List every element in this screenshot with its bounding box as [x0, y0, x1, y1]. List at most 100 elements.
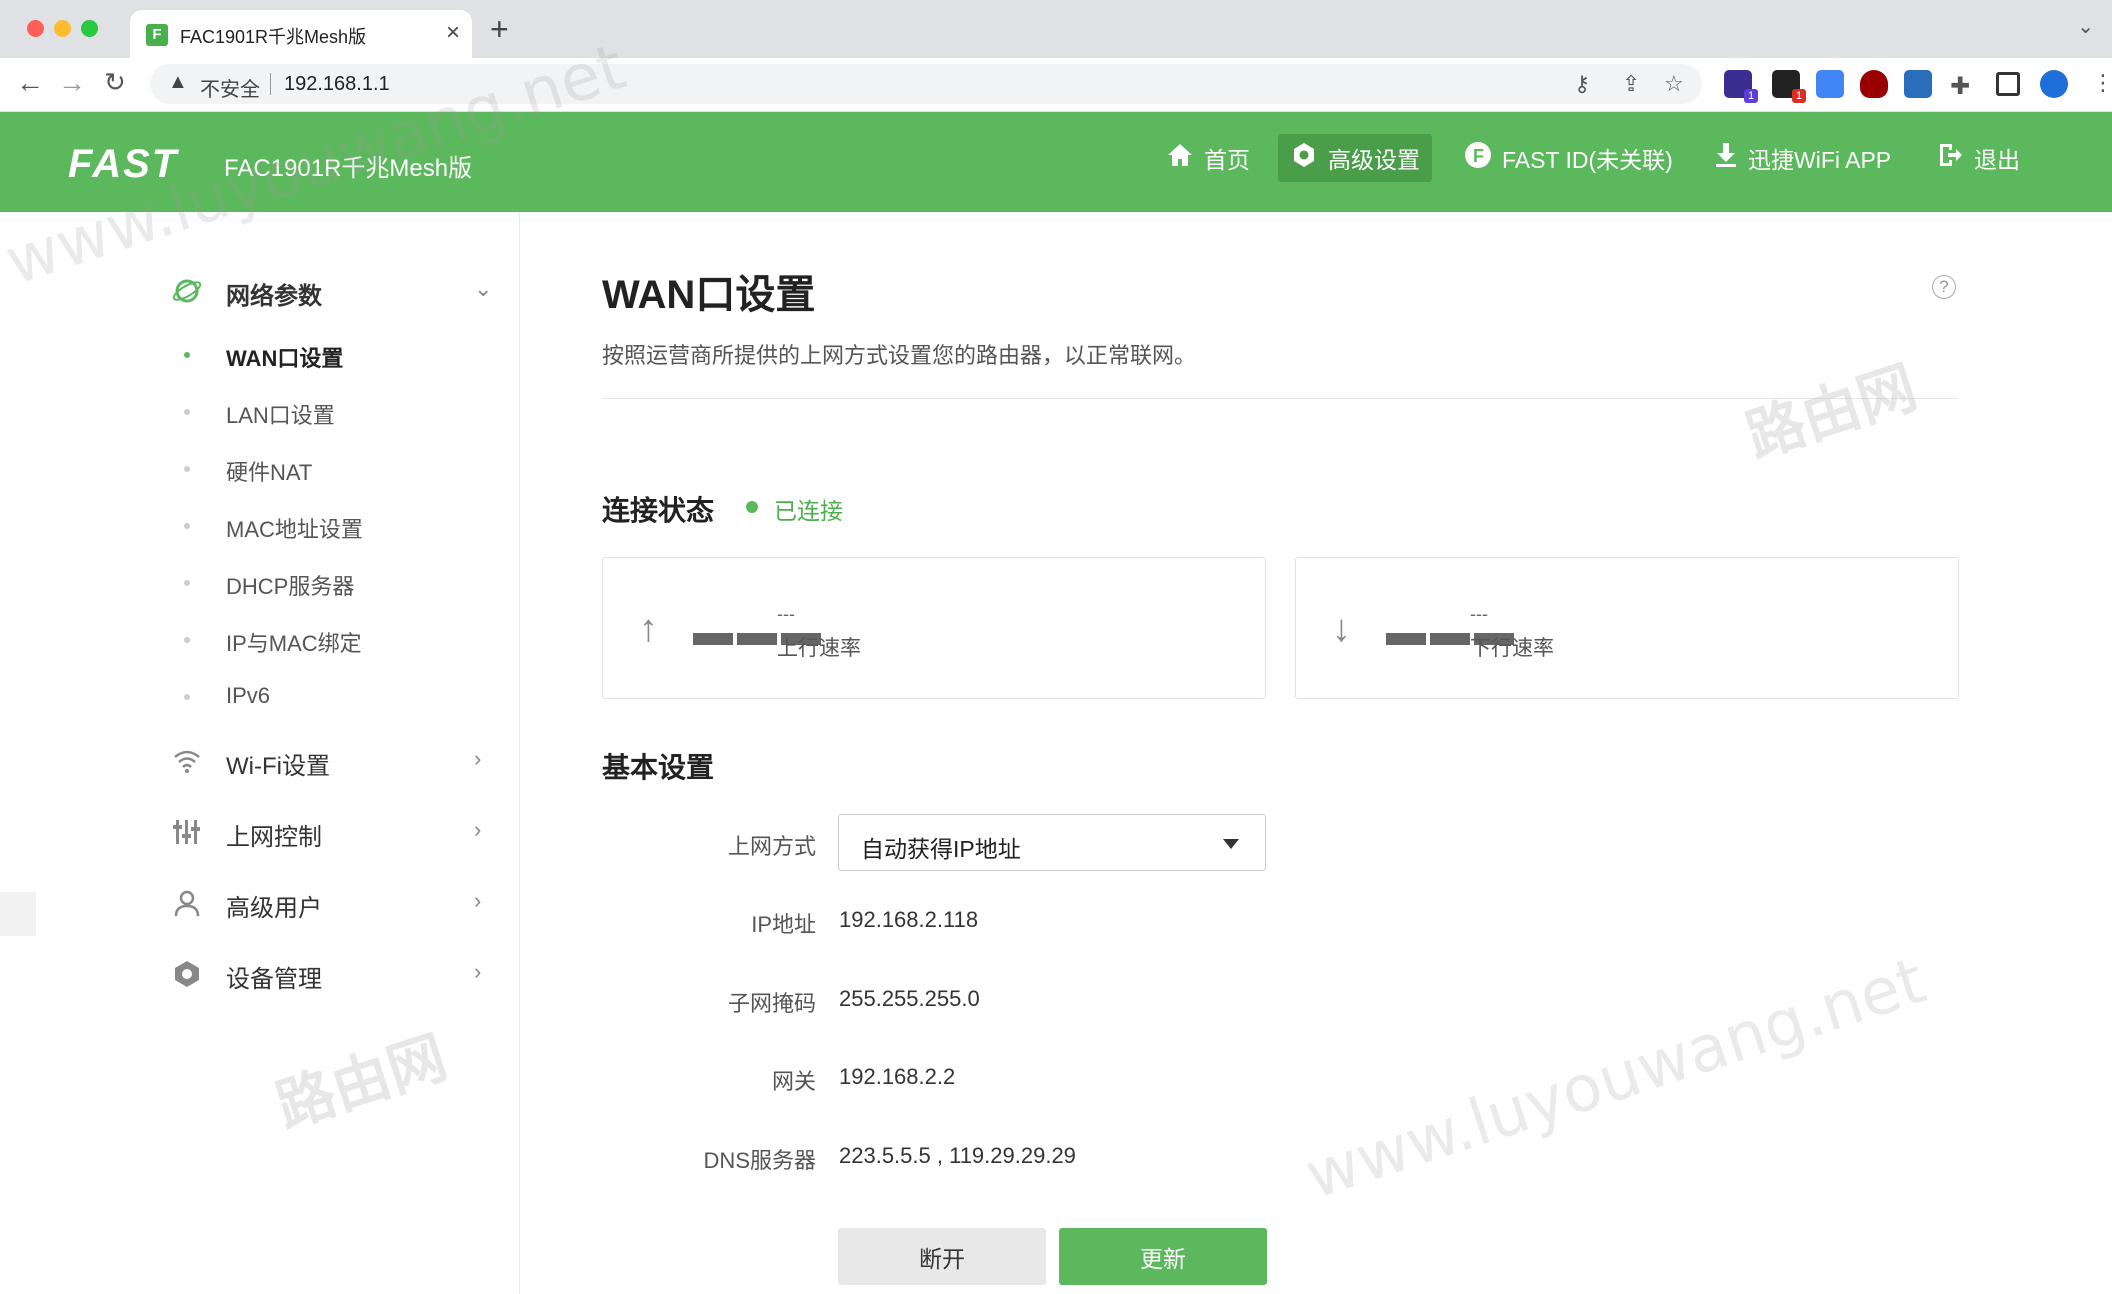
bookmark-star-icon[interactable]: ☆ — [1664, 71, 1684, 97]
sub-item-dot — [184, 694, 190, 700]
warning-icon[interactable]: ▲ — [168, 71, 188, 94]
translate-extension-icon[interactable] — [1816, 70, 1844, 98]
status-indicator-icon — [746, 501, 758, 513]
network-icon — [172, 276, 202, 306]
watermark-cn: 路由网 — [1738, 352, 1925, 472]
gateway-value: 192.168.2.2 — [839, 1064, 956, 1089]
sub-item-dot — [184, 409, 190, 415]
browser-tab-bar: F FAC1901R千兆Mesh版 × + ⌄ — [0, 0, 2112, 58]
nav-advanced-label: 高级设置 — [1328, 147, 1420, 173]
nav-home-label: 首页 — [1204, 147, 1250, 173]
sidebar-item-dhcp[interactable]: DHCP服务器 — [226, 569, 354, 601]
chevron-right-icon: › — [474, 817, 482, 842]
sidebar-item-lan[interactable]: LAN口设置 — [226, 398, 335, 430]
upload-speed-value: --- — [777, 604, 795, 624]
ip-address-value: 192.168.2.118 — [839, 907, 979, 932]
sidebar-item-ip-mac-binding[interactable]: IP与MAC绑定 — [226, 626, 362, 658]
subnet-mask-value: 255.255.255.0 — [839, 986, 980, 1011]
extension-1-icon[interactable]: 1 — [1724, 70, 1758, 103]
dns-server-label: DNS服务器 — [703, 1148, 816, 1173]
connection-mode-value: 自动获得IP地址 — [861, 836, 1021, 862]
page-title: WAN口设置 — [602, 273, 816, 317]
profile-avatar-icon[interactable] — [2040, 70, 2068, 98]
extension-2-icon[interactable]: 1 — [1772, 70, 1806, 103]
download-speed-value: --- — [1470, 604, 1488, 624]
help-icon[interactable]: ? — [1932, 275, 1956, 299]
new-tab-button[interactable]: + — [490, 11, 509, 48]
dns-server-value: 223.5.5.5 , 119.29.29.29 — [839, 1143, 1076, 1168]
download-icon — [1714, 141, 1738, 175]
watermark-url: www.luyouwang.net — [1297, 944, 1934, 1214]
share-icon[interactable]: ⇪ — [1622, 71, 1640, 97]
connection-status-text: 已连接 — [774, 498, 843, 524]
device-icon — [172, 959, 202, 989]
favicon-icon: F — [146, 24, 168, 46]
maximize-window-button[interactable] — [81, 20, 98, 37]
nav-logout[interactable]: 退出 — [1924, 134, 2032, 182]
fast-id-icon: F — [1464, 141, 1492, 175]
sidebar-edge — [0, 892, 36, 936]
url-text[interactable]: 192.168.1.1 — [284, 73, 390, 96]
browser-menu-icon[interactable]: ⋮ — [2092, 70, 2112, 96]
fast-logo: FAST — [68, 142, 179, 186]
ublock-extension-icon[interactable] — [1860, 70, 1888, 98]
browser-tab[interactable]: F FAC1901R千兆Mesh版 × — [130, 10, 472, 58]
gateway-label: 网关 — [771, 1069, 816, 1094]
sub-item-dot — [184, 466, 190, 472]
sub-item-dot — [184, 580, 190, 586]
sidebar-group-users-label: 高级用户 — [226, 895, 322, 922]
extensions-puzzle-icon[interactable]: ✚ — [1950, 72, 1970, 101]
connection-status-title: 连接状态 — [602, 495, 715, 526]
extension-s-icon[interactable] — [1904, 70, 1932, 98]
nav-home[interactable]: 首页 — [1154, 134, 1262, 182]
settings-icon — [1290, 141, 1318, 175]
chevron-right-icon: › — [474, 888, 482, 913]
refresh-button[interactable]: 更新 — [1059, 1228, 1267, 1285]
divider — [602, 398, 1958, 399]
sidebar-item-hardware-nat[interactable]: 硬件NAT — [226, 455, 312, 487]
nav-fast-id[interactable]: F FAST ID(未关联) — [1452, 134, 1685, 182]
nav-wifi-app[interactable]: 迅捷WiFi APP — [1702, 134, 1903, 182]
subnet-mask-label: 子网掩码 — [727, 991, 816, 1016]
close-tab-icon[interactable]: × — [446, 19, 460, 47]
connection-mode-select[interactable]: 自动获得IP地址 — [838, 814, 1266, 871]
key-icon[interactable]: ⚷ — [1574, 71, 1590, 97]
sidebar-item-wan[interactable]: WAN口设置 — [226, 341, 343, 373]
basic-settings-title: 基本设置 — [602, 752, 715, 783]
browser-toolbar: ← → ↻ ▲ 不安全 192.168.1.1 ⚷ ⇪ ☆ 1 1 ✚ ⋮ — [0, 58, 2112, 112]
chevron-right-icon: › — [474, 959, 482, 984]
sidebar-item-ipv6[interactable]: IPv6 — [226, 683, 270, 709]
model-name: FAC1901R千兆Mesh版 — [224, 155, 473, 182]
back-icon[interactable]: ← — [16, 67, 44, 99]
address-bar[interactable]: ▲ 不安全 192.168.1.1 ⚷ ⇪ ☆ — [150, 64, 1702, 104]
upload-speed-card: ↑ ▬▬▬ --- 上行速率 — [602, 557, 1266, 699]
page-description: 按照运营商所提供的上网方式设置您的路由器，以正常联网。 — [602, 343, 1197, 368]
side-panel-icon[interactable] — [1996, 72, 2020, 96]
sub-item-dot — [184, 637, 190, 643]
user-icon — [172, 888, 202, 918]
nav-wifi-app-label: 迅捷WiFi APP — [1748, 147, 1892, 173]
nav-advanced-settings[interactable]: 高级设置 — [1278, 134, 1432, 182]
minimize-window-button[interactable] — [54, 20, 71, 37]
svg-text:F: F — [1473, 146, 1484, 166]
chevron-down-icon: ⌄ — [474, 276, 493, 301]
forward-icon[interactable]: → — [58, 67, 86, 99]
control-icon — [172, 817, 202, 847]
close-window-button[interactable] — [27, 20, 44, 37]
sidebar-group-wifi-label: Wi-Fi设置 — [226, 753, 330, 780]
sidebar-group-device-label: 设备管理 — [226, 966, 322, 993]
upload-speed-label: 上行速率 — [777, 637, 861, 660]
insecure-label[interactable]: 不安全 — [200, 73, 260, 102]
nav-logout-label: 退出 — [1974, 147, 2020, 173]
download-arrow-icon: ↓ — [1332, 608, 1351, 650]
reload-icon[interactable]: ↻ — [104, 67, 126, 98]
upload-arrow-icon: ↑ — [639, 608, 658, 650]
sidebar-item-mac[interactable]: MAC地址设置 — [226, 512, 363, 544]
home-icon — [1166, 142, 1194, 174]
connection-mode-label: 上网方式 — [727, 834, 816, 859]
sidebar-group-access-label: 上网控制 — [226, 824, 322, 851]
disconnect-button[interactable]: 断开 — [838, 1228, 1046, 1285]
download-speed-label: 下行速率 — [1470, 637, 1554, 660]
tab-search-icon[interactable]: ⌄ — [2077, 14, 2094, 39]
sub-item-dot — [184, 523, 190, 529]
